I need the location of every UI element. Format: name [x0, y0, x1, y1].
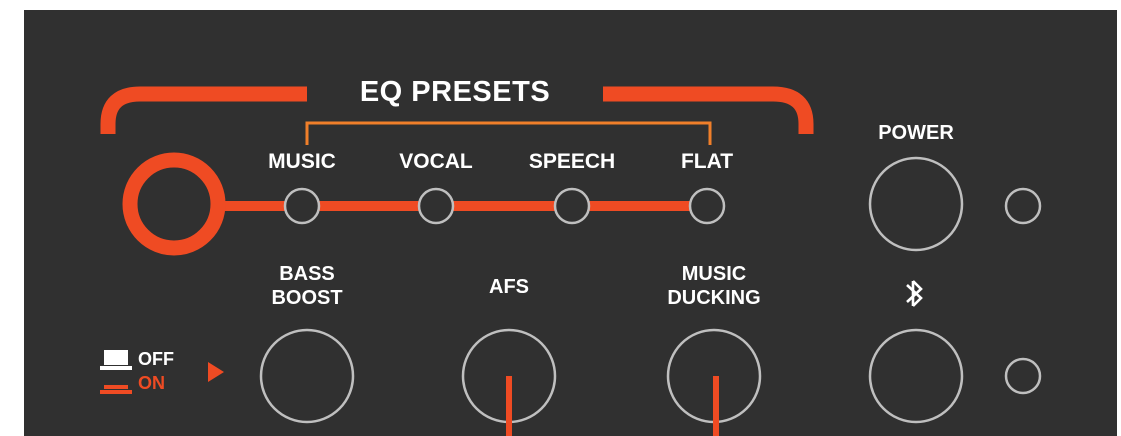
preset-led-flat: [688, 187, 726, 225]
bass-boost-label-line2: BOOST: [271, 287, 343, 309]
switch-on-label: ON: [138, 373, 165, 393]
music-ducking-label-line2: DUCKING: [667, 287, 761, 309]
preset-led-music: [283, 187, 321, 225]
preset-label-music: MUSIC: [268, 150, 336, 173]
preset-label-vocal: VOCAL: [399, 150, 473, 173]
switch-off-label: OFF: [138, 349, 174, 369]
bass-boost-label-line1: BASS: [279, 263, 335, 285]
afs-label: AFS: [489, 276, 529, 298]
control-panel: [24, 10, 1117, 436]
preset-led-speech: [553, 187, 591, 225]
eq-presets-title: EQ PRESETS: [359, 76, 551, 108]
preset-led-vocal: [417, 187, 455, 225]
preset-label-flat: FLAT: [680, 150, 734, 173]
power-label: POWER: [878, 122, 954, 144]
button-up-icon: [100, 350, 132, 370]
music-ducking-label-line1: MUSIC: [681, 263, 747, 285]
preset-label-speech: SPEECH: [528, 150, 616, 173]
